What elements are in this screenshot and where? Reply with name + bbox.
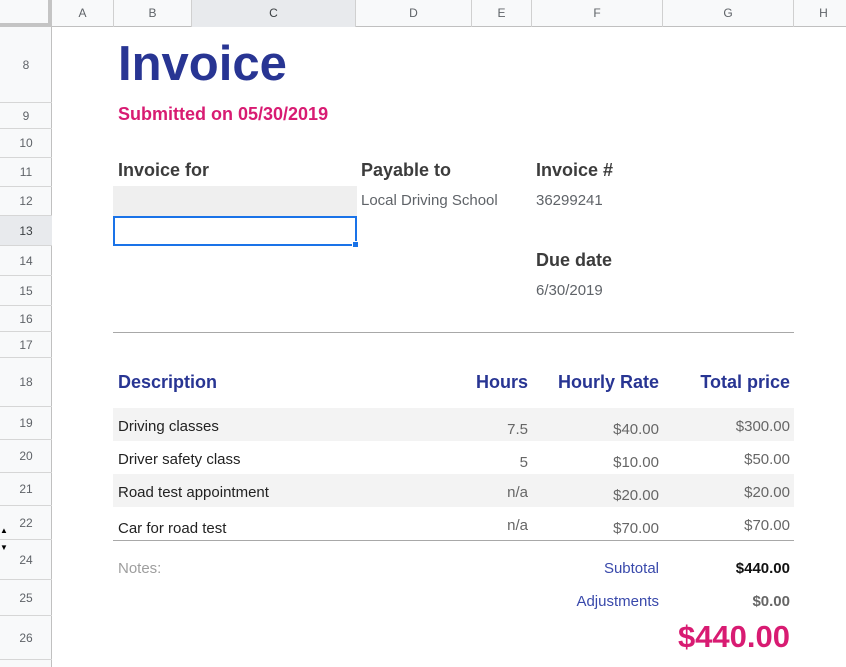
item-rate[interactable]: $10.00: [532, 454, 659, 471]
subtotal-value[interactable]: $440.00: [663, 560, 790, 577]
invoice-for-label: Invoice for: [118, 160, 210, 180]
hours-header: Hours: [475, 372, 528, 392]
column-header-g[interactable]: G: [663, 0, 794, 27]
row-header-15[interactable]: 15: [0, 276, 52, 306]
column-header-e[interactable]: E: [472, 0, 532, 27]
invoice-number-label: Invoice #: [536, 160, 614, 180]
row-header-20[interactable]: 20: [0, 440, 52, 473]
invoice-title: Invoice: [118, 37, 287, 91]
column-header-c[interactable]: C: [192, 0, 356, 27]
row-header-21[interactable]: 21: [0, 473, 52, 506]
item-description[interactable]: Road test appointment: [118, 484, 269, 501]
payable-to-label: Payable to: [361, 160, 452, 180]
fill-handle[interactable]: [352, 241, 359, 248]
row-header-10[interactable]: 10: [0, 129, 52, 158]
row-header-19[interactable]: 19: [0, 407, 52, 440]
column-header-f[interactable]: F: [532, 0, 663, 27]
row-header-bar: 8 9 10 11 12 13 14 15 16 17 18 19 20 21 …: [0, 27, 52, 667]
description-header: Description: [118, 372, 218, 392]
submitted-date: Submitted on 05/30/2019: [118, 104, 329, 124]
row-header-14[interactable]: 14: [0, 246, 52, 276]
row-header-17[interactable]: 17: [0, 332, 52, 358]
item-description[interactable]: Car for road test: [118, 520, 226, 537]
adjustments-label: Adjustments: [576, 593, 659, 610]
item-hours[interactable]: 5: [440, 454, 528, 471]
hourly-rate-header: Hourly Rate: [557, 372, 659, 392]
column-header-a[interactable]: A: [52, 0, 114, 27]
item-hours[interactable]: n/a: [440, 517, 528, 534]
hidden-row-down-arrow-icon[interactable]: ▼: [0, 544, 8, 552]
item-hours[interactable]: n/a: [440, 484, 528, 501]
column-header-b[interactable]: B: [114, 0, 192, 27]
notes-label[interactable]: Notes:: [118, 560, 161, 577]
item-hours[interactable]: 7.5: [440, 421, 528, 438]
column-header-bar: A B C D E F G H: [0, 0, 846, 27]
row-header-11[interactable]: 11: [0, 158, 52, 187]
row-header-12[interactable]: 12: [0, 187, 52, 216]
total-price-header: Total price: [700, 372, 790, 392]
grand-total[interactable]: $440.00: [600, 619, 790, 655]
row-header-25[interactable]: 25: [0, 580, 52, 616]
item-rate[interactable]: $20.00: [532, 487, 659, 504]
table-bottom-divider: [113, 540, 794, 541]
hidden-row-up-arrow-icon[interactable]: ▲: [0, 527, 8, 535]
due-date-value[interactable]: 6/30/2019: [536, 282, 603, 299]
invoice-number-value[interactable]: 36299241: [536, 192, 603, 209]
item-total[interactable]: $70.00: [663, 517, 790, 534]
invoice-for-cell[interactable]: [113, 186, 357, 216]
selected-cell[interactable]: [113, 216, 357, 246]
row-header-16[interactable]: 16: [0, 306, 52, 332]
row-header-26[interactable]: 26: [0, 616, 52, 660]
row-header-8[interactable]: 8: [0, 27, 52, 103]
select-all-corner[interactable]: [0, 0, 52, 27]
item-total[interactable]: $300.00: [663, 418, 790, 435]
row-header-18[interactable]: 18: [0, 358, 52, 407]
payable-to-value[interactable]: Local Driving School: [361, 192, 498, 209]
section-divider: [113, 332, 794, 333]
row-header-9[interactable]: 9: [0, 103, 52, 129]
column-header-d[interactable]: D: [356, 0, 472, 27]
item-rate[interactable]: $70.00: [532, 520, 659, 537]
item-total[interactable]: $20.00: [663, 484, 790, 501]
column-header-h[interactable]: H: [794, 0, 846, 27]
item-description[interactable]: Driver safety class: [118, 451, 241, 468]
subtotal-label: Subtotal: [603, 560, 659, 577]
row-header-13[interactable]: 13: [0, 216, 52, 246]
due-date-label: Due date: [536, 250, 613, 270]
item-description[interactable]: Driving classes: [118, 418, 219, 435]
item-rate[interactable]: $40.00: [532, 421, 659, 438]
adjustments-value[interactable]: $0.00: [663, 593, 790, 610]
item-total[interactable]: $50.00: [663, 451, 790, 468]
